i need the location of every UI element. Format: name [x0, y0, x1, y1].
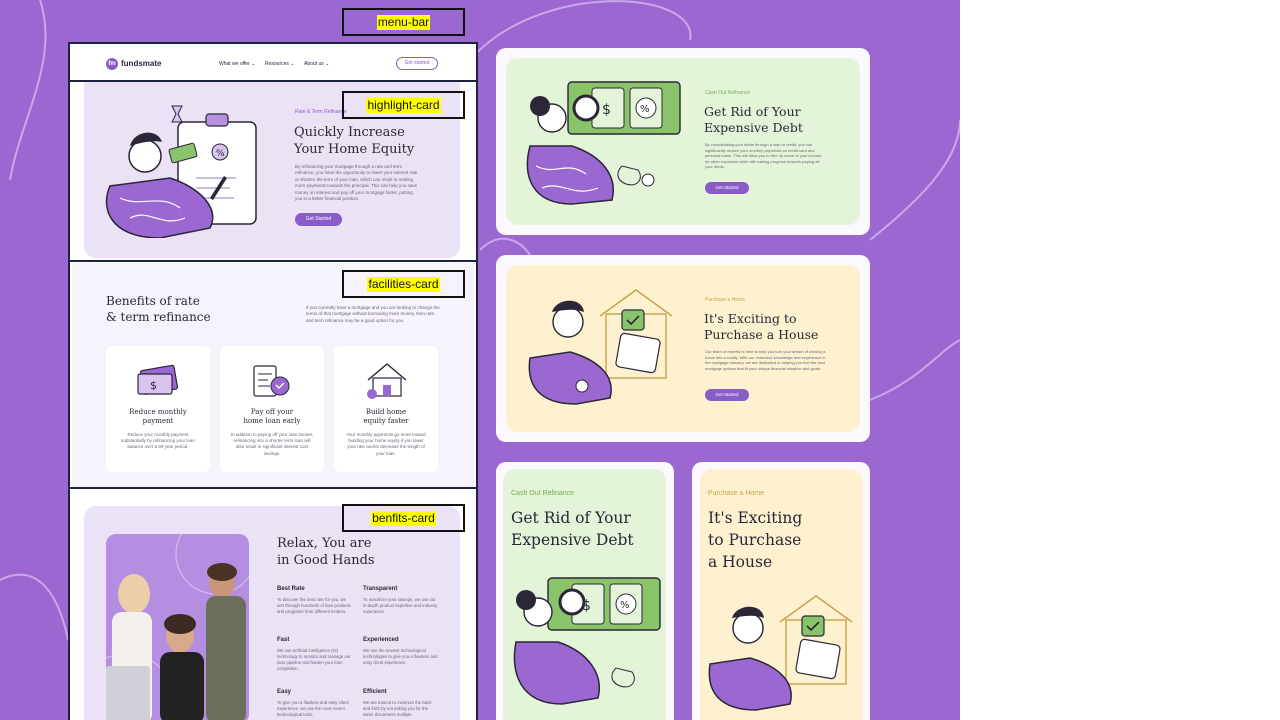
- nav-item-about-us[interactable]: About us ⌄: [304, 61, 329, 67]
- man-with-house-keys-illustration: [528, 289, 673, 405]
- mobile-cash-out-title-line2: Expensive Debt: [511, 531, 634, 549]
- mobile-purchase-eyebrow: Purchase a Home: [708, 490, 765, 497]
- purchase-get-started-button[interactable]: Get Started: [705, 389, 749, 401]
- annotation-highlight-card: highlight-card: [342, 91, 465, 119]
- benefits-title-line2: & term refinance: [106, 310, 211, 324]
- money-card-icon: $: [137, 364, 179, 395]
- benefit-title: Build home equity faster: [363, 408, 409, 425]
- cash-out-title: Get Rid of Your Expensive Debt: [704, 104, 803, 136]
- mobile-purchase-title-line1: It's Exciting: [708, 509, 803, 527]
- benefits-title-line1: Benefits of rate: [106, 294, 200, 308]
- svg-text:%: %: [216, 149, 225, 159]
- brand-logo-text[interactable]: fundsmate: [121, 59, 161, 68]
- cash-out-get-started-button[interactable]: Get Started: [705, 182, 749, 194]
- purchase-title-line1: It's Exciting to: [704, 311, 797, 326]
- invoice-heart-icon: [253, 365, 290, 397]
- cash-out-eyebrow: Cash Out Refinance: [705, 90, 751, 96]
- section-divider: [68, 260, 478, 262]
- purchase-title: It's Exciting to Purchase a House: [704, 311, 818, 343]
- good-hands-title: Relax, You are in Good Hands: [277, 535, 375, 569]
- benefit-description: Your monthly payments go more toward bui…: [346, 432, 426, 456]
- feature-desc-transparent: To maximize your savings, we use our in-…: [363, 597, 438, 614]
- annotation-benefits-card: benfits-card: [342, 504, 465, 532]
- section-divider: [68, 487, 478, 489]
- feature-desc-fast: We use artificial intelligence (AI) tech…: [277, 648, 351, 671]
- good-hands-title-line2: in Good Hands: [277, 553, 375, 568]
- menu-bar: fm fundsmate What we offer ⌄ Resources ⌄…: [72, 48, 472, 80]
- chevron-down-icon: ⌄: [251, 61, 256, 67]
- woman-with-magnifier-illustration: $ %: [513, 577, 661, 705]
- feature-title-easy: Easy: [277, 689, 292, 695]
- feature-desc-easy: To give you a flawless and easy client e…: [277, 700, 349, 717]
- mobile-cash-out-title-line1: Get Rid of Your: [511, 509, 631, 527]
- nav-item-resources[interactable]: Resources ⌄: [265, 61, 295, 67]
- cash-out-title-line1: Get Rid of Your: [704, 104, 801, 119]
- svg-text:%: %: [620, 600, 630, 611]
- annotation-facilities-card: facilities-card: [342, 270, 465, 298]
- feature-title-transparent: Transparent: [363, 586, 398, 592]
- feature-desc-best-rate: To discover the best rate for you, we so…: [277, 597, 351, 614]
- benefit-card-reduce-payment: $ Reduce monthly payment Reduce your mont…: [106, 346, 210, 472]
- mobile-cash-out-title: Get Rid of Your Expensive Debt: [511, 507, 634, 551]
- purchase-title-line2: Purchase a House: [704, 327, 819, 342]
- brand-logo-mark[interactable]: fm: [106, 58, 118, 70]
- benefit-description: Reduce your monthly payment substantiall…: [121, 432, 195, 450]
- house-icon: [367, 363, 407, 399]
- good-hands-title-line1: Relax, You are: [277, 536, 372, 551]
- feature-desc-efficient: We are trained to minimize the back and …: [363, 700, 432, 717]
- benefit-card-build-equity: Build home equity faster Your monthly pay…: [334, 346, 438, 472]
- annotation-menu-bar: menu-bar: [342, 8, 465, 36]
- feature-title-best-rate: Best Rate: [277, 586, 305, 592]
- rate-term-eyebrow: Rate & Term Refinance: [295, 109, 347, 115]
- benefit-title: Pay off your home loan early: [243, 408, 301, 425]
- benefits-title: Benefits of rate & term refinance: [106, 293, 211, 325]
- man-with-clipboard-illustration: %: [105, 105, 257, 238]
- svg-text:$: $: [602, 102, 611, 118]
- rate-term-title-line2: Your Home Equity: [294, 142, 415, 157]
- chevron-down-icon: ⌄: [290, 61, 295, 67]
- mobile-cash-out-eyebrow: Cash Out Refinance: [511, 490, 575, 497]
- mobile-purchase-title: It's Exciting to Purchase a House: [708, 507, 802, 573]
- mobile-purchase-title-line2: to Purchase: [708, 531, 802, 549]
- mobile-purchase-title-line3: a House: [708, 553, 773, 571]
- rate-term-title: Quickly Increase Your Home Equity: [294, 124, 414, 158]
- purchase-body: Our team of experts is here to help you …: [705, 349, 826, 371]
- rate-term-title-line1: Quickly Increase: [294, 125, 405, 140]
- rate-term-get-started-button[interactable]: Get Started: [295, 213, 342, 226]
- team-photo: [106, 534, 249, 720]
- section-divider: [68, 80, 478, 82]
- svg-text:%: %: [640, 104, 650, 115]
- rate-term-body: By refinancing your mortgage through a r…: [295, 164, 418, 202]
- benefit-card-pay-off-early: Pay off your home loan early In addition …: [220, 346, 324, 472]
- purchase-eyebrow: Purchase a Home: [705, 297, 746, 303]
- feature-title-experienced: Experienced: [363, 637, 399, 643]
- benefit-title: Reduce monthly payment: [129, 408, 187, 425]
- cash-out-title-line2: Expensive Debt: [704, 120, 803, 135]
- feature-desc-experienced: We use the newest technological technolo…: [363, 648, 438, 665]
- benefit-description: In addition to paying off your loan soon…: [230, 432, 314, 456]
- feature-title-efficient: Efficient: [363, 689, 387, 695]
- svg-text:$: $: [150, 379, 157, 392]
- cash-out-body: By consolidating your debts through a lo…: [705, 142, 822, 170]
- feature-title-fast: Fast: [277, 637, 290, 643]
- woman-with-magnifier-illustration: $ %: [526, 81, 681, 205]
- benefits-intro: If you currently have a mortgage and you…: [306, 305, 440, 323]
- get-started-nav-button[interactable]: Get started: [396, 57, 438, 70]
- slide-background: fm fundsmate What we offer ⌄ Resources ⌄…: [0, 0, 960, 720]
- chevron-down-icon: ⌄: [325, 61, 330, 67]
- man-with-house-keys-illustration: [708, 595, 853, 711]
- nav-item-what-we-offer[interactable]: What we offer ⌄: [219, 61, 255, 67]
